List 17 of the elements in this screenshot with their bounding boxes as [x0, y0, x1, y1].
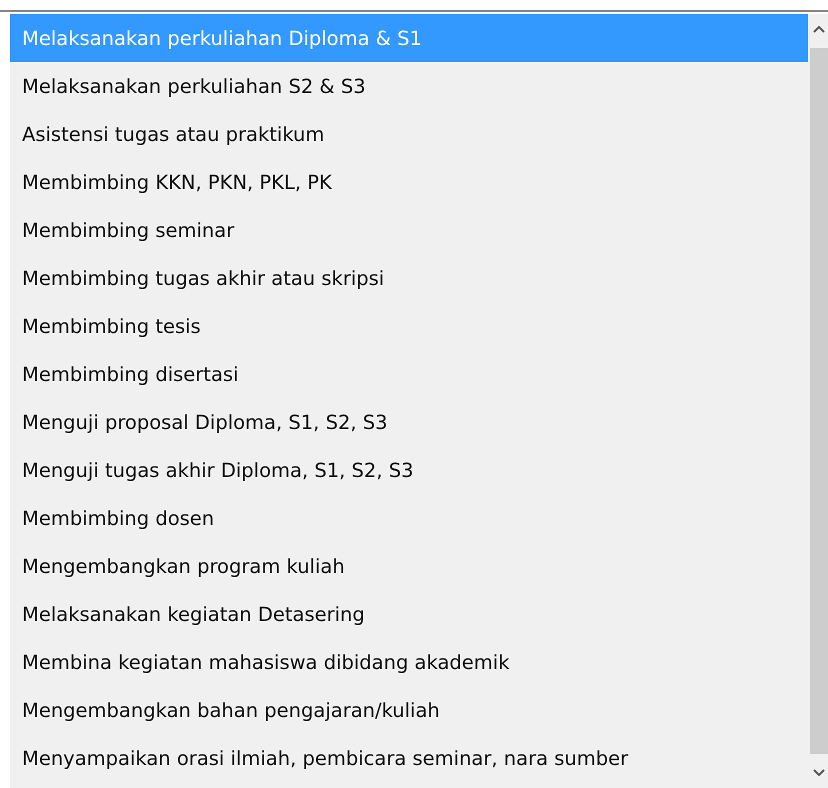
list-item[interactable]: Membimbing seminar [10, 206, 808, 254]
list-item[interactable]: Membina kegiatan mahasiswa dibidang akademik [10, 638, 808, 686]
list-item[interactable]: Melaksanakan perkuliahan S2 & S3 [10, 62, 808, 110]
scroll-up-icon[interactable] [812, 24, 826, 34]
list-item[interactable]: Mengembangkan bahan pengajaran/kuliah [10, 686, 808, 734]
list-item[interactable]: Asistensi tugas atau praktikum [10, 110, 808, 158]
list-item[interactable]: Membimbing KKN, PKN, PKL, PK [10, 158, 808, 206]
list-item[interactable]: Membimbing dosen [10, 494, 808, 542]
list-item[interactable]: Membimbing tesis [10, 302, 808, 350]
list-item[interactable]: Menguji tugas akhir Diploma, S1, S2, S3 [10, 446, 808, 494]
list-item[interactable]: Menguji proposal Diploma, S1, S2, S3 [10, 398, 808, 446]
list-item[interactable]: Mengembangkan program kuliah [10, 542, 808, 590]
scroll-down-icon[interactable] [812, 768, 826, 778]
list-item[interactable]: Membimbing tugas akhir atau skripsi [10, 254, 808, 302]
list-item[interactable]: Membimbing disertasi [10, 350, 808, 398]
list-item[interactable]: Melaksanakan kegiatan Detasering [10, 590, 808, 638]
list-item[interactable]: Menyampaikan orasi ilmiah, pembicara seminar, nara sumber [10, 734, 808, 782]
